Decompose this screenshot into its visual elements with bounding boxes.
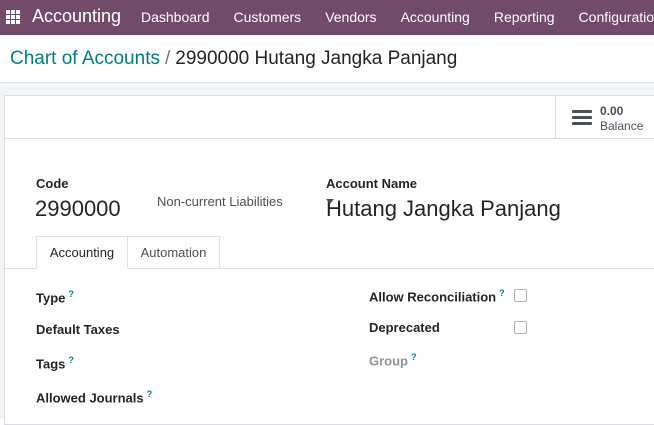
allowed-journals-label: Allowed Journals?	[36, 389, 152, 405]
menu-item-accounting[interactable]: Accounting	[389, 0, 482, 35]
balance-stat-button[interactable]: 0.00 Balance	[555, 96, 654, 138]
tab-accounting[interactable]: Accounting	[36, 236, 128, 269]
menu-item-customers[interactable]: Customers	[222, 0, 314, 35]
allow-reconciliation-label: Allow Reconciliation?	[369, 288, 505, 304]
type-label: Type?	[36, 289, 74, 305]
bars-icon	[572, 110, 592, 126]
menu-item-vendors[interactable]: Vendors	[313, 0, 388, 35]
menu-item-dashboard[interactable]: Dashboard	[129, 0, 222, 35]
default-taxes-label: Default Taxes	[36, 322, 120, 337]
code-value[interactable]: 2990000	[35, 196, 121, 222]
chevron-down-icon[interactable]	[326, 199, 334, 204]
menu-item-configuration[interactable]: Configuration	[567, 0, 654, 35]
group-label-text: Group	[369, 353, 408, 369]
code-label: Code	[36, 176, 69, 191]
top-navbar: Accounting Dashboard Customers Vendors A…	[0, 0, 654, 35]
tags-label: Tags?	[36, 355, 74, 371]
form-sheet: 0.00 Balance Code 2990000 Account Name H…	[4, 95, 654, 425]
deprecated-checkbox[interactable]	[514, 321, 527, 334]
breadcrumb-separator: /	[164, 48, 171, 69]
balance-value: 0.00	[600, 104, 624, 118]
tags-help-icon[interactable]: ?	[68, 355, 74, 365]
balance-label: Balance	[600, 119, 644, 133]
allow-reconciliation-label-text: Allow Reconciliation	[369, 289, 497, 305]
allowed-journals-help-icon[interactable]: ?	[147, 389, 153, 399]
account-name-label: Account Name	[326, 176, 418, 191]
app-brand[interactable]: Accounting	[32, 6, 121, 27]
apps-menu-icon[interactable]	[6, 10, 20, 24]
type-help-icon[interactable]: ?	[68, 289, 74, 299]
allow-reconciliation-help-icon[interactable]: ?	[499, 288, 505, 298]
button-box: 0.00 Balance	[5, 96, 654, 139]
group-help-icon[interactable]: ?	[411, 352, 417, 362]
allowed-journals-label-text: Allowed Journals	[36, 390, 144, 406]
menu-item-reporting[interactable]: Reporting	[482, 0, 567, 35]
deprecated-label: Deprecated	[369, 320, 440, 335]
breadcrumb-parent-link[interactable]: Chart of Accounts	[10, 48, 160, 69]
breadcrumb-current: 2990000 Hutang Jangka Panjang	[175, 48, 458, 69]
type-label-text: Type	[36, 290, 66, 306]
tags-label-text: Tags	[36, 356, 66, 372]
group-label: Group?	[369, 352, 417, 368]
tab-automation[interactable]: Automation	[127, 236, 220, 268]
account-name-value[interactable]: Hutang Jangka Panjang	[326, 196, 561, 222]
breadcrumb: Chart of Accounts/2990000 Hutang Jangka …	[10, 48, 457, 70]
main-menu: Dashboard Customers Vendors Accounting R…	[129, 0, 654, 35]
type-select[interactable]: Non-current Liabilities	[157, 194, 337, 209]
allow-reconciliation-checkbox[interactable]	[514, 289, 527, 302]
